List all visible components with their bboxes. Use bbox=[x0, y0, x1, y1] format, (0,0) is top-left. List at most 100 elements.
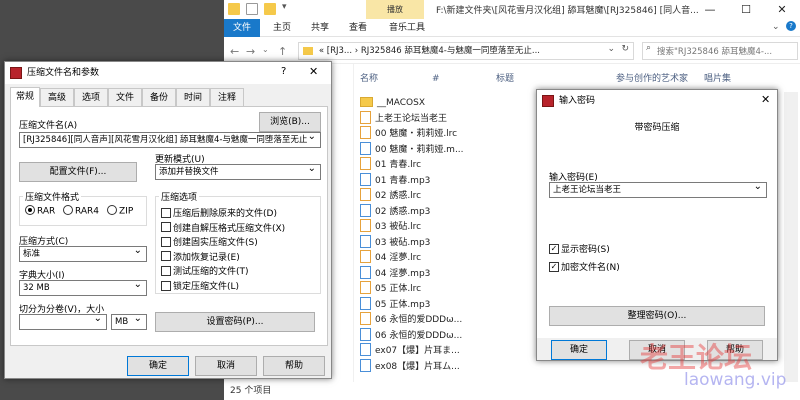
search-input[interactable]: ⌕ 搜索"RJ325846 舔耳魅魔4-... bbox=[642, 42, 798, 60]
maximize-icon[interactable]: ☐ bbox=[728, 0, 764, 19]
new-folder-icon[interactable] bbox=[264, 3, 276, 15]
ribbon-tab-music-tools[interactable]: 音乐工具 bbox=[382, 19, 432, 37]
tab-advanced[interactable]: 高级 bbox=[40, 88, 74, 106]
ribbon-tab-home[interactable]: 主页 bbox=[264, 19, 300, 37]
file-name: 05 正体.mp3 bbox=[375, 299, 431, 310]
checkbox-checked-icon: ✓ bbox=[549, 243, 559, 254]
radio-unchecked-icon bbox=[63, 205, 73, 215]
recent-dropdown-icon[interactable]: ⌄ bbox=[262, 45, 269, 54]
compression-method-select[interactable]: 标准 bbox=[19, 246, 147, 262]
properties-icon[interactable] bbox=[246, 3, 258, 15]
tab-files[interactable]: 文件 bbox=[108, 88, 142, 106]
encrypt-filenames-checkbox[interactable]: ✓ 加密文件名(N) bbox=[549, 260, 620, 273]
column-header-number[interactable]: # bbox=[432, 66, 440, 92]
radio-unchecked-icon bbox=[107, 205, 117, 215]
file-name: 01 青春.lrc bbox=[375, 160, 422, 170]
update-mode-value: 添加并替换文件 bbox=[159, 167, 219, 177]
tab-time[interactable]: 时间 bbox=[176, 88, 210, 106]
help-button[interactable]: 帮助 bbox=[263, 356, 325, 376]
file-name: ex07【爆】片耳ま... bbox=[375, 346, 460, 356]
file-name: 06 永恒的爱DDDω... bbox=[375, 330, 463, 341]
archiving-option-checkbox[interactable]: 添加恢复记录(E) bbox=[161, 250, 240, 263]
organize-passwords-button[interactable]: 整理密码(O)... bbox=[549, 306, 765, 326]
audio-file-icon bbox=[360, 358, 371, 372]
tab-options[interactable]: 选项 bbox=[74, 88, 108, 106]
tab-general[interactable]: 常规 bbox=[10, 87, 40, 107]
column-header-name[interactable]: 名称 bbox=[360, 66, 378, 92]
vertical-scrollbar[interactable] bbox=[784, 92, 798, 382]
set-password-button[interactable]: 设置密码(P)... bbox=[155, 312, 315, 332]
cancel-button[interactable]: 取消 bbox=[195, 356, 257, 376]
archiving-option-checkbox[interactable]: 锁定压缩文件(L) bbox=[161, 279, 239, 292]
ribbon-tab-share[interactable]: 共享 bbox=[302, 19, 338, 37]
checkbox-checked-icon: ✓ bbox=[549, 261, 559, 272]
back-arrow-icon[interactable]: ← bbox=[230, 45, 239, 58]
search-placeholder: 搜索"RJ325846 舔耳魅魔4-... bbox=[657, 47, 773, 57]
up-arrow-icon[interactable]: ↑ bbox=[278, 45, 287, 58]
file-name: 00 魅魔・莉莉娅.lrc bbox=[375, 129, 458, 139]
minimize-icon[interactable]: — bbox=[692, 0, 728, 19]
ribbon-tab-file[interactable]: 文件 bbox=[224, 19, 260, 37]
file-name: 00 魅魔・莉莉娅.m... bbox=[375, 144, 464, 155]
ribbon-tab-view[interactable]: 查看 bbox=[340, 19, 376, 37]
archiving-option-checkbox[interactable]: 创建自解压格式压缩文件(X) bbox=[161, 221, 285, 234]
refresh-icon[interactable]: ↻ bbox=[621, 44, 629, 54]
address-dropdown-icon[interactable]: ⌄ bbox=[607, 44, 615, 54]
file-name: 03 被砧.mp3 bbox=[375, 237, 431, 248]
format-zip-radio[interactable]: ZIP bbox=[107, 205, 134, 217]
checkbox-unchecked-icon bbox=[161, 207, 171, 218]
file-name: 02 誘惑.lrc bbox=[375, 191, 422, 201]
tab-backup[interactable]: 备份 bbox=[142, 88, 176, 106]
audio-file-icon bbox=[360, 343, 371, 356]
archiving-option-checkbox[interactable]: 测试压缩的文件(T) bbox=[161, 264, 249, 277]
column-header-title[interactable]: 标题 bbox=[496, 66, 514, 92]
format-rar-radio[interactable]: RAR bbox=[25, 205, 55, 217]
format-zip-label: ZIP bbox=[119, 206, 134, 217]
archiving-option-label: 创建固实压缩文件(S) bbox=[173, 238, 258, 249]
close-icon[interactable]: ✕ bbox=[309, 65, 318, 78]
address-input[interactable]: « [RJ3... › RJ325846 舔耳魅魔4-与魅魔一同堕落至无止...… bbox=[298, 42, 634, 60]
archiving-option-label: 测试压缩的文件(T) bbox=[173, 267, 249, 278]
archive-name-value: [RJ325846][同人音声][风花雪月汉化组] 舔耳魅魔4-与魅魔一同堕落至… bbox=[23, 135, 308, 145]
archiving-option-checkbox[interactable]: 压缩后删除原来的文件(D) bbox=[161, 206, 277, 219]
close-icon[interactable]: ✕ bbox=[764, 0, 800, 19]
split-volume-size-input[interactable] bbox=[19, 314, 107, 330]
profiles-button[interactable]: 配置文件(F)... bbox=[19, 162, 137, 182]
expand-ribbon-icon[interactable]: ⌄ bbox=[772, 22, 780, 32]
file-name: 03 被砧.lrc bbox=[375, 222, 422, 232]
format-rar4-label: RAR4 bbox=[75, 206, 100, 217]
file-name: 02 誘惑.mp3 bbox=[375, 206, 431, 217]
ok-button[interactable]: 确定 bbox=[551, 340, 607, 360]
tab-comment[interactable]: 注释 bbox=[210, 88, 244, 106]
help-icon[interactable]: ? bbox=[281, 66, 286, 77]
file-icon bbox=[360, 188, 371, 201]
folder-icon bbox=[360, 96, 373, 107]
archiving-option-label: 创建自解压格式压缩文件(X) bbox=[173, 223, 286, 234]
show-password-checkbox[interactable]: ✓ 显示密码(S) bbox=[549, 242, 610, 255]
split-unit-select[interactable]: MB bbox=[111, 314, 147, 330]
password-dialog-title: 输入密码 bbox=[537, 90, 777, 112]
archiving-options-label: 压缩选项 bbox=[159, 190, 200, 203]
update-mode-select[interactable]: 添加并替换文件 bbox=[155, 164, 321, 180]
file-icon bbox=[360, 250, 371, 263]
dictionary-size-value: 32 MB bbox=[23, 283, 50, 293]
ok-button[interactable]: 确定 bbox=[127, 356, 189, 376]
window-title: F:\新建文件夹\[风花雪月汉化组] 舔耳魅魔\[RJ325846] [同人音.… bbox=[436, 6, 699, 16]
file-list-item[interactable]: ex08【爆】片耳ム... bbox=[360, 358, 460, 376]
help-icon[interactable]: ? bbox=[786, 21, 796, 31]
format-rar4-radio[interactable]: RAR4 bbox=[63, 205, 100, 217]
dictionary-size-select[interactable]: 32 MB bbox=[19, 280, 147, 296]
folder-icon bbox=[303, 47, 313, 55]
password-input[interactable]: 上老王论坛当老王 bbox=[549, 182, 767, 198]
split-unit-value: MB bbox=[115, 317, 129, 327]
quick-access-dropdown-icon[interactable]: ▾ bbox=[282, 2, 287, 12]
close-icon[interactable]: ✕ bbox=[761, 93, 770, 106]
archive-name-input[interactable]: [RJ325846][同人音声][风花雪月汉化组] 舔耳魅魔4-与魅魔一同堕落至… bbox=[19, 132, 321, 148]
forward-arrow-icon[interactable]: → bbox=[246, 45, 255, 58]
audio-file-icon bbox=[360, 265, 371, 279]
file-name: 04 淫夢.mp3 bbox=[375, 268, 431, 279]
browse-button[interactable]: 浏览(B)... bbox=[259, 112, 321, 132]
context-tab-play[interactable]: 播放 bbox=[366, 0, 424, 19]
file-name: 01 青春.mp3 bbox=[375, 175, 431, 186]
archiving-option-checkbox[interactable]: 创建固实压缩文件(S) bbox=[161, 235, 258, 248]
